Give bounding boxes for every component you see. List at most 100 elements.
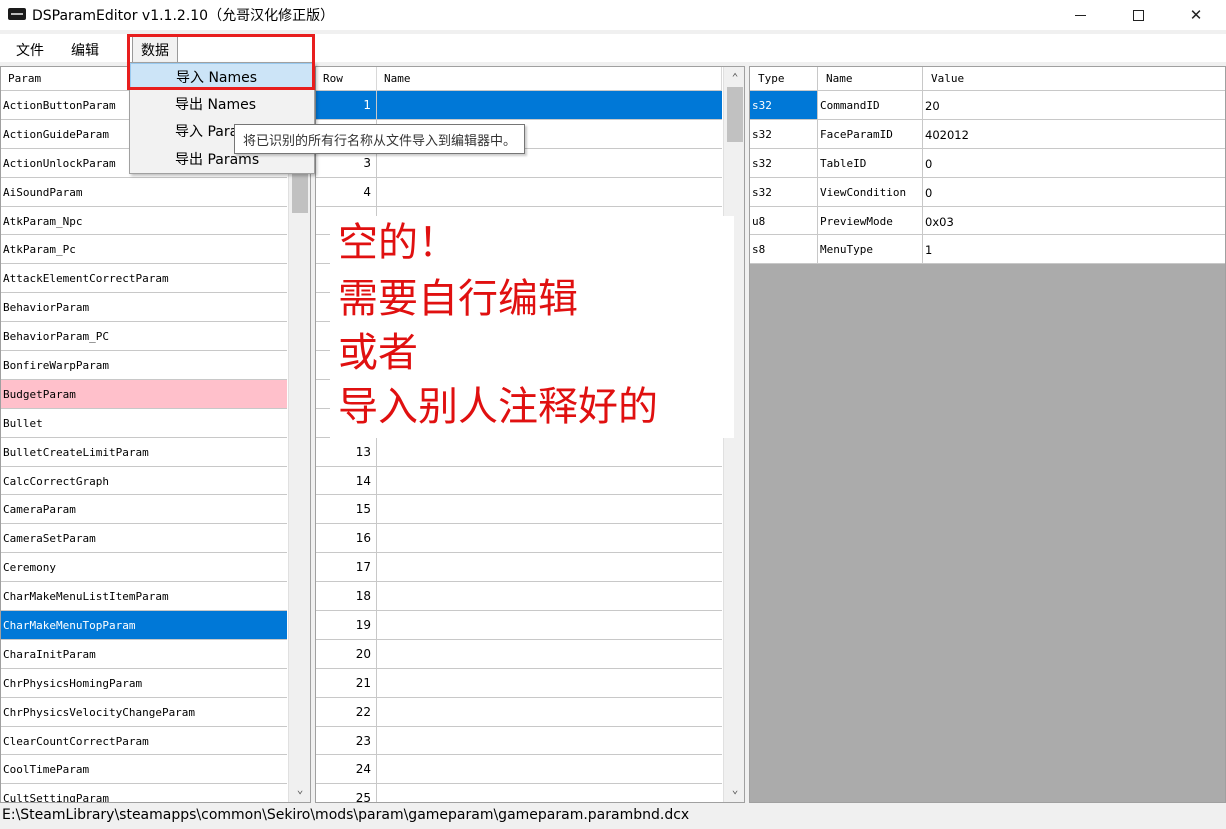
row-number: 4 xyxy=(316,177,377,206)
param-list-item[interactable]: Ceremony xyxy=(1,553,287,583)
tooltip: 将已识别的所有行名称从文件导入到编辑器中。 xyxy=(234,124,526,154)
minimize-button[interactable] xyxy=(1051,0,1109,30)
row-name-cell[interactable] xyxy=(377,553,722,581)
param-list-item[interactable]: CharMakeMenuListItemParam xyxy=(1,582,287,612)
title-bar: DSParamEditor v1.1.2.10（允哥汉化修正版） ✕ xyxy=(0,0,1226,30)
param-list-item[interactable]: AtkParam_Pc xyxy=(1,235,287,265)
field-name: TableID xyxy=(818,148,923,177)
field-row[interactable]: s32 CommandID 20 xyxy=(750,91,1225,120)
param-list-item[interactable]: ClearCountCorrectParam xyxy=(1,727,287,756)
field-row[interactable]: s8 MenuType 1 xyxy=(750,235,1225,265)
row-name-cell[interactable] xyxy=(377,582,722,610)
row-name-cell[interactable] xyxy=(377,755,722,783)
scroll-thumb[interactable] xyxy=(727,87,743,142)
row-number: 21 xyxy=(316,668,377,697)
type-column-header[interactable]: Type xyxy=(750,67,818,90)
table-row[interactable]: 4 xyxy=(316,177,722,207)
menu-file[interactable]: 文件 xyxy=(8,38,52,60)
row-name-cell[interactable] xyxy=(377,495,722,523)
param-list-item[interactable]: CoolTimeParam xyxy=(1,755,287,785)
close-icon: ✕ xyxy=(1189,6,1203,24)
row-name-cell[interactable] xyxy=(377,178,722,206)
param-scrollbar[interactable]: ⌃ ⌄ xyxy=(288,67,310,802)
field-row[interactable]: s32 TableID 0 xyxy=(750,148,1225,178)
param-list-item[interactable]: ChrPhysicsVelocityChangeParam xyxy=(1,698,287,727)
param-list-item[interactable]: CalcCorrectGraph xyxy=(1,467,287,496)
table-row[interactable]: 23 xyxy=(316,726,722,756)
field-type: s32 xyxy=(750,177,818,206)
param-list-item[interactable]: BudgetParam xyxy=(1,379,287,409)
table-row[interactable]: 15 xyxy=(316,495,722,525)
row-name-cell[interactable] xyxy=(377,669,722,697)
field-value[interactable]: 0x03 xyxy=(923,207,1225,235)
param-list-item[interactable]: BehaviorParam xyxy=(1,293,287,323)
param-list-item[interactable]: CameraParam xyxy=(1,495,287,525)
table-row[interactable]: 19 xyxy=(316,611,722,640)
table-row[interactable]: 14 xyxy=(316,466,722,496)
maximize-icon xyxy=(1132,9,1144,21)
param-list-item[interactable]: CultSettingParam xyxy=(1,784,287,802)
table-row[interactable]: 13 xyxy=(316,437,722,467)
table-row[interactable]: 16 xyxy=(316,524,722,554)
scroll-up-icon[interactable]: ⌃ xyxy=(724,69,744,87)
field-type: s32 xyxy=(750,91,818,119)
row-name-cell[interactable] xyxy=(377,611,722,639)
table-row[interactable]: 17 xyxy=(316,553,722,583)
menu-edit[interactable]: 编辑 xyxy=(63,38,107,60)
table-row[interactable]: 1 xyxy=(316,91,722,120)
close-button[interactable]: ✕ xyxy=(1167,0,1225,30)
table-row[interactable]: 20 xyxy=(316,639,722,669)
param-list-item[interactable]: AiSoundParam xyxy=(1,178,287,207)
field-value[interactable]: 0 xyxy=(923,149,1225,177)
table-row[interactable]: 21 xyxy=(316,668,722,698)
param-list-item[interactable]: CharaInitParam xyxy=(1,640,287,669)
field-row[interactable]: s32 FaceParamID 402012 xyxy=(750,119,1225,149)
field-value[interactable]: 402012 xyxy=(923,120,1225,148)
param-list-item[interactable]: BulletCreateLimitParam xyxy=(1,438,287,467)
table-row[interactable]: 25 xyxy=(316,784,722,802)
maximize-button[interactable] xyxy=(1109,0,1167,30)
param-list-item[interactable]: CharMakeMenuTopParam xyxy=(1,611,287,640)
table-row[interactable]: 18 xyxy=(316,582,722,612)
param-list-item[interactable]: BehaviorParam_PC xyxy=(1,322,287,352)
field-type: s32 xyxy=(750,148,818,177)
value-column-header[interactable]: Value xyxy=(923,67,1225,90)
row-number: 18 xyxy=(316,582,377,611)
row-number: 24 xyxy=(316,755,377,784)
field-row[interactable]: s32 ViewCondition 0 xyxy=(750,177,1225,207)
row-name-cell[interactable] xyxy=(377,640,722,668)
callout-highlight-box xyxy=(127,34,315,90)
field-name: PreviewMode xyxy=(818,206,923,235)
param-list-item[interactable]: AttackElementCorrectParam xyxy=(1,264,287,294)
param-list-item[interactable]: ChrPhysicsHomingParam xyxy=(1,669,287,698)
scroll-down-icon[interactable]: ⌄ xyxy=(724,781,744,799)
row-name-cell[interactable] xyxy=(377,524,722,552)
menu-item-export-names[interactable]: 导出 Names xyxy=(130,91,314,118)
scroll-down-icon[interactable]: ⌄ xyxy=(289,781,310,799)
row-name-cell[interactable] xyxy=(377,467,722,495)
row-name-cell[interactable] xyxy=(377,727,722,755)
row-name-cell[interactable] xyxy=(377,784,722,802)
field-value[interactable]: 20 xyxy=(923,91,1225,119)
param-list-item[interactable]: Bullet xyxy=(1,409,287,438)
row-name-cell[interactable] xyxy=(377,698,722,726)
param-list-panel: Param ActionButtonParam ActionGuideParam A… xyxy=(0,66,311,803)
row-number: 19 xyxy=(316,611,377,639)
field-value[interactable]: 1 xyxy=(923,235,1225,263)
field-value[interactable]: 0 xyxy=(923,178,1225,206)
annotation-line: 或者 xyxy=(338,330,418,376)
table-row[interactable]: 24 xyxy=(316,755,722,785)
annotation-line: 导入别人注释好的 xyxy=(338,384,658,430)
row-column-header[interactable]: Row xyxy=(316,67,377,91)
annotation-line: 空的！ xyxy=(338,220,458,266)
param-list-item[interactable]: AtkParam_Npc xyxy=(1,207,287,236)
name-column-header[interactable]: Name xyxy=(377,67,722,91)
field-row[interactable]: u8 PreviewMode 0x03 xyxy=(750,206,1225,236)
param-list-item[interactable]: BonfireWarpParam xyxy=(1,351,287,380)
row-name-cell[interactable] xyxy=(377,438,722,466)
param-list-item[interactable]: CameraSetParam xyxy=(1,524,287,554)
name-column-header[interactable]: Name xyxy=(818,67,923,90)
row-name-cell[interactable] xyxy=(377,91,722,119)
table-row[interactable]: 22 xyxy=(316,697,722,727)
row-number: 22 xyxy=(316,697,377,726)
